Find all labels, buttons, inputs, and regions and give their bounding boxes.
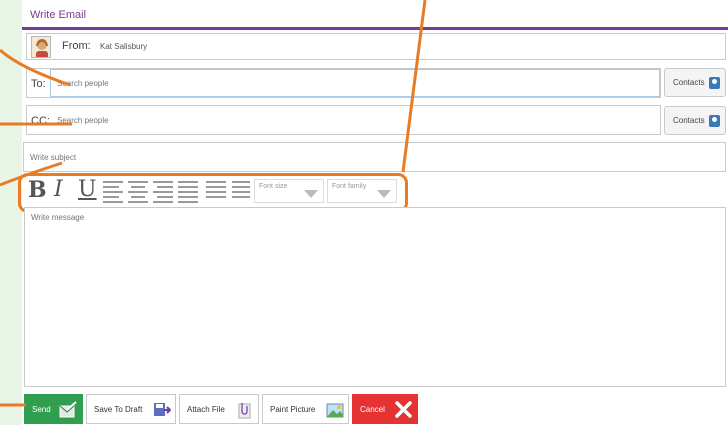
cc-label: CC: (31, 115, 50, 127)
attach-file-label: Attach File (187, 405, 225, 414)
cancel-button[interactable]: Cancel (352, 394, 418, 424)
contact-book-icon (709, 77, 720, 89)
to-label: To: (31, 78, 46, 90)
paint-picture-button[interactable]: Paint Picture (262, 394, 349, 424)
send-mail-icon (59, 401, 77, 419)
subject-row (23, 142, 726, 172)
to-input[interactable] (50, 69, 660, 97)
save-draft-button[interactable]: Save To Draft (86, 394, 176, 424)
to-contacts-label: Contacts (673, 78, 705, 87)
cancel-label: Cancel (360, 405, 385, 414)
paint-picture-label: Paint Picture (270, 405, 316, 414)
to-row: To: (26, 68, 661, 98)
send-button[interactable]: Send (24, 394, 83, 424)
from-name: Kat Salisbury (100, 42, 148, 51)
floppy-arrow-icon (153, 401, 172, 419)
window-title: Write Email (30, 9, 87, 21)
contact-book-icon (709, 115, 720, 127)
subject-input[interactable] (24, 143, 725, 171)
paperclip-icon (235, 401, 253, 419)
picture-icon (326, 401, 344, 419)
from-row: From: Kat Salisbury (26, 33, 726, 60)
cc-input[interactable] (50, 106, 660, 134)
to-contacts-button[interactable]: Contacts (664, 68, 726, 97)
title-bar: Write Email (22, 4, 728, 30)
send-label: Send (32, 405, 51, 414)
cc-contacts-button[interactable]: Contacts (664, 106, 726, 135)
close-icon (394, 400, 412, 418)
save-draft-label: Save To Draft (94, 405, 143, 414)
from-label: From: (62, 40, 91, 52)
message-row (24, 207, 726, 387)
cc-row: CC: (26, 105, 661, 135)
avatar (31, 36, 51, 58)
cc-contacts-label: Contacts (673, 116, 705, 125)
attach-file-button[interactable]: Attach File (179, 394, 259, 424)
message-textarea[interactable] (25, 208, 725, 386)
